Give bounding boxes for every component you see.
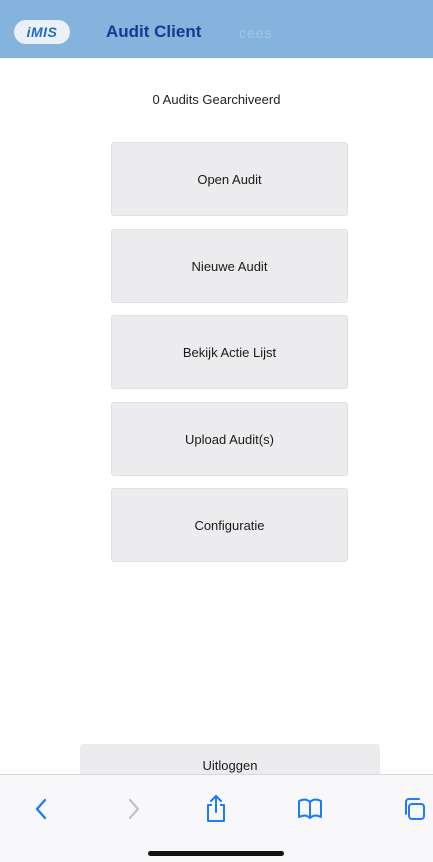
- app-title: Audit Client: [106, 22, 202, 41]
- configuration-button[interactable]: Configuratie: [111, 488, 348, 562]
- upload-audits-button[interactable]: Upload Audit(s): [111, 402, 348, 476]
- browser-toolbar: [0, 774, 433, 862]
- share-icon[interactable]: [202, 795, 230, 823]
- imis-logo: iMIS: [14, 20, 70, 44]
- user-name: cees: [239, 25, 273, 41]
- app-header: iMIS Audit Client cees: [0, 0, 433, 58]
- open-audit-button[interactable]: Open Audit: [111, 142, 348, 216]
- view-action-list-button[interactable]: Bekijk Actie Lijst: [111, 315, 348, 389]
- archived-count-text: 0 Audits Gearchiveerd: [152, 92, 281, 107]
- back-icon[interactable]: [27, 795, 55, 823]
- bookmarks-icon[interactable]: [296, 795, 324, 823]
- home-indicator: [148, 851, 284, 856]
- tabs-icon[interactable]: [400, 795, 428, 823]
- forward-icon[interactable]: [120, 795, 148, 823]
- new-audit-button[interactable]: Nieuwe Audit: [111, 229, 348, 303]
